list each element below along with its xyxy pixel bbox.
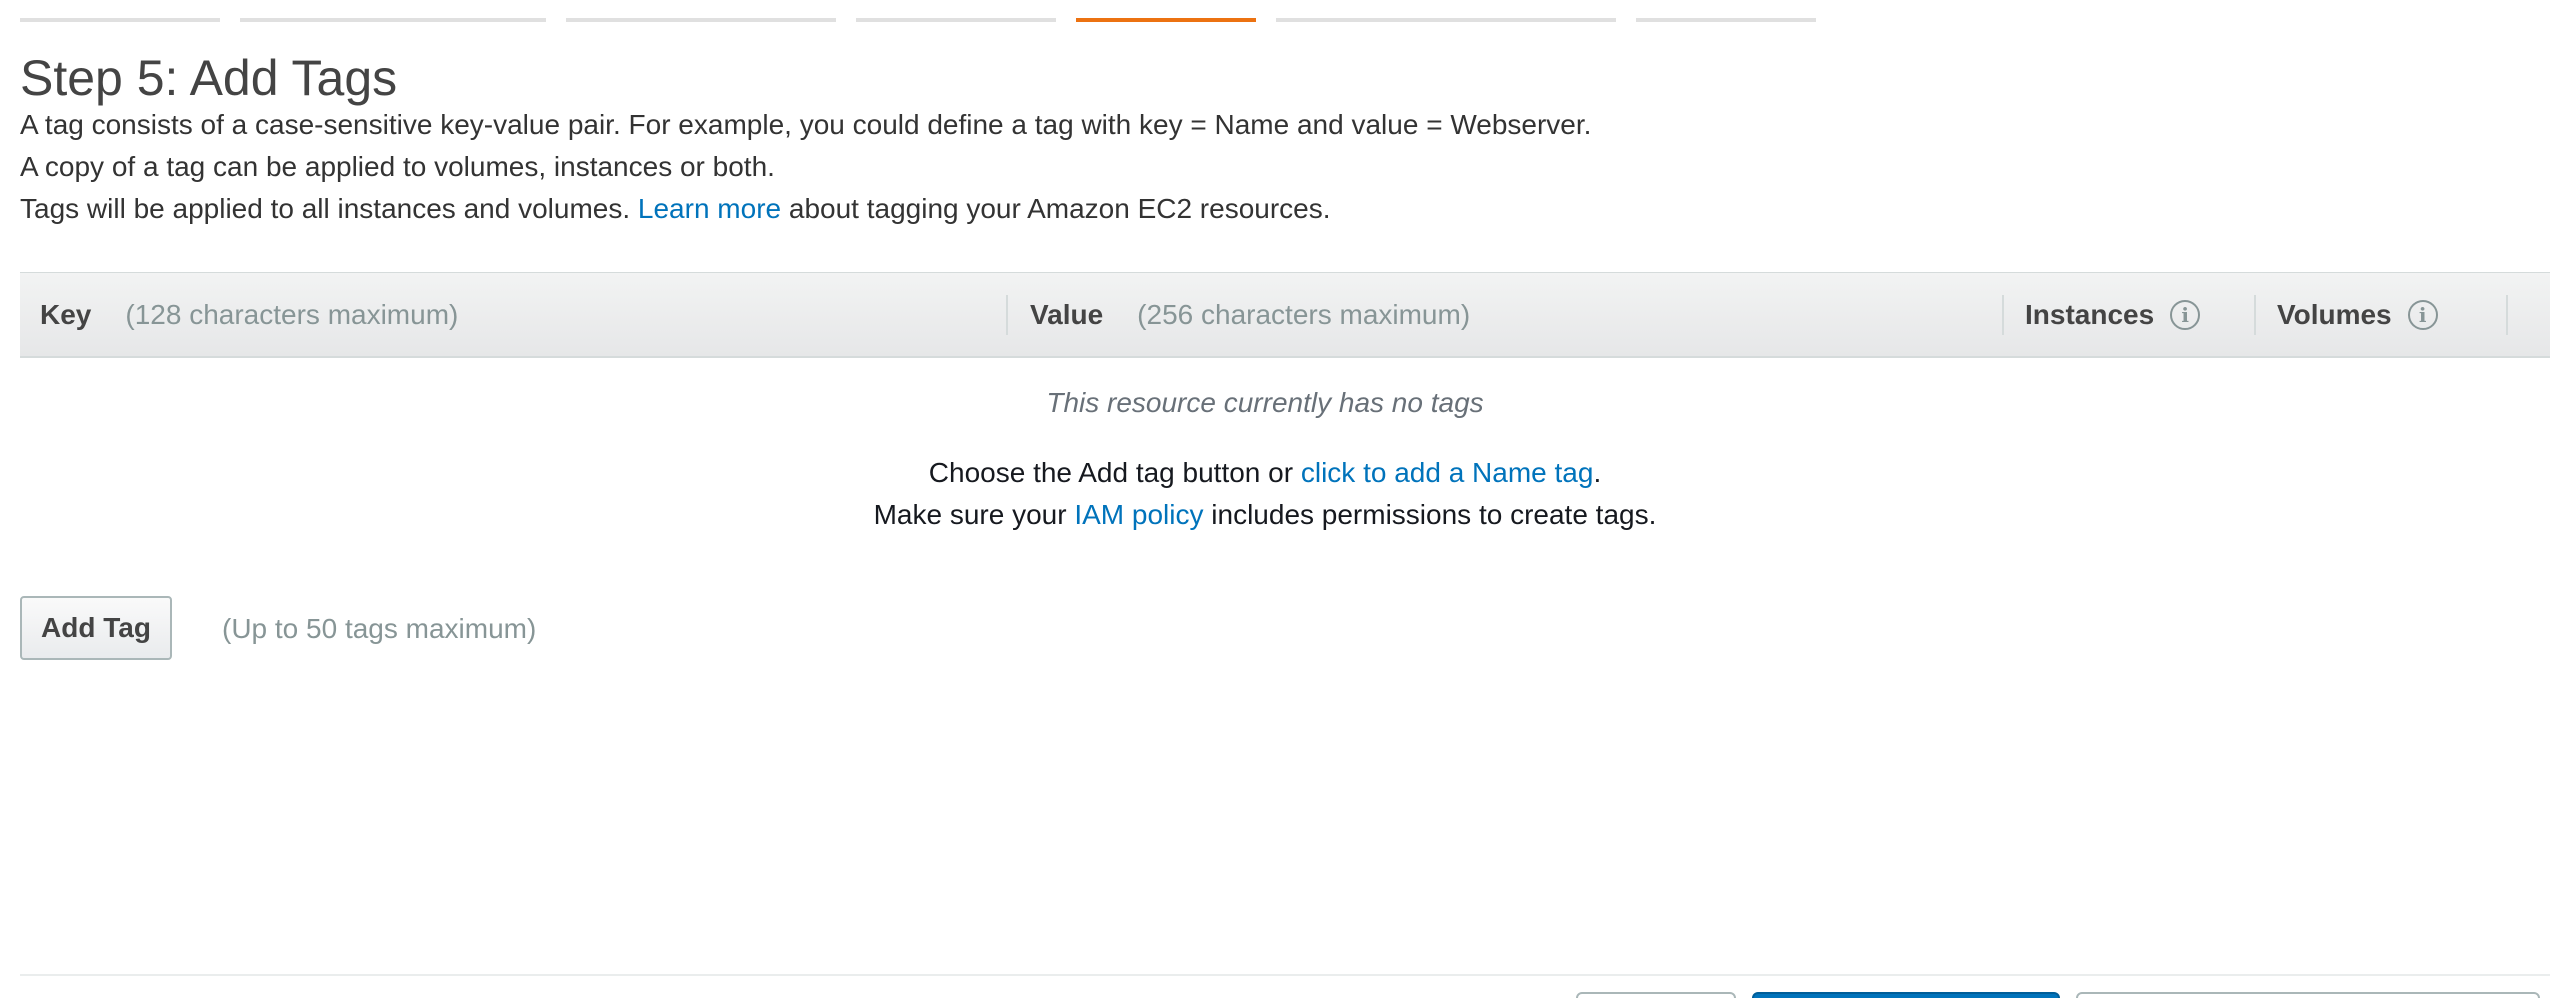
- description-line-3: Tags will be applied to all instances an…: [20, 192, 1331, 226]
- empty-state-line-1: Choose the Add tag button or click to ad…: [20, 456, 2510, 490]
- empty-state-line-2: Make sure your IAM policy includes permi…: [20, 498, 2510, 532]
- next-step-button[interactable]: [2076, 992, 2540, 998]
- column-divider: [2254, 295, 2256, 335]
- wizard-step-3[interactable]: [566, 0, 836, 22]
- column-divider: [2506, 295, 2508, 335]
- column-divider: [1006, 295, 1008, 335]
- column-key: Key (128 characters maximum): [40, 273, 458, 357]
- iam-policy-link[interactable]: IAM policy: [1074, 499, 1203, 530]
- volumes-info-icon[interactable]: i: [2407, 300, 2438, 330]
- column-instances-label: Instances: [2025, 299, 2155, 330]
- add-name-tag-link[interactable]: click to add a Name tag: [1301, 457, 1594, 488]
- empty-state-text: Choose the Add tag button or: [928, 457, 1294, 488]
- wizard-step-2[interactable]: [240, 0, 546, 22]
- description-text: about tagging your Amazon EC2 resources.: [788, 193, 1331, 224]
- column-divider: [2002, 295, 2004, 335]
- column-key-hint: (128 characters maximum): [125, 299, 459, 330]
- tags-table-header: Key (128 characters maximum) Value (256 …: [20, 272, 2550, 358]
- add-tag-button[interactable]: Add Tag: [20, 596, 172, 660]
- wizard-step-5-active[interactable]: [1076, 0, 1256, 22]
- description-text: Tags will be applied to all instances an…: [20, 193, 631, 224]
- wizard-step-4[interactable]: [856, 0, 1056, 22]
- description-line-1: A tag consists of a case-sensitive key-v…: [20, 109, 1592, 140]
- empty-state-title: This resource currently has no tags: [1046, 387, 1484, 418]
- wizard-step-7[interactable]: [1636, 0, 1816, 22]
- column-volumes: Volumes i: [2277, 273, 2438, 357]
- column-volumes-label: Volumes: [2277, 299, 2392, 330]
- add-tags-page: Step 5: Add Tags A tag consists of a cas…: [0, 0, 2550, 998]
- wizard-step-6[interactable]: [1276, 0, 1616, 22]
- description-line-2: A copy of a tag can be applied to volume…: [20, 151, 775, 182]
- column-instances: Instances i: [2025, 273, 2201, 357]
- cancel-button[interactable]: [1576, 992, 1736, 998]
- column-key-label: Key: [40, 299, 92, 330]
- wizard-steps: [20, 0, 1816, 24]
- footer-divider: [20, 974, 2550, 976]
- review-and-launch-button[interactable]: [1752, 992, 2060, 998]
- page-title: Step 5: Add Tags: [20, 50, 398, 106]
- instances-info-icon[interactable]: i: [2170, 300, 2201, 330]
- add-tag-limit-hint: (Up to 50 tags maximum): [222, 613, 537, 644]
- column-value: Value (256 characters maximum): [1030, 273, 1470, 357]
- wizard-step-1[interactable]: [20, 0, 220, 22]
- empty-state-text: Make sure your: [873, 499, 1067, 530]
- column-value-hint: (256 characters maximum): [1137, 299, 1471, 330]
- column-value-label: Value: [1030, 299, 1104, 330]
- empty-state-text: .: [1593, 457, 1602, 488]
- empty-state-text: includes permissions to create tags.: [1211, 499, 1657, 530]
- learn-more-link[interactable]: Learn more: [638, 193, 781, 224]
